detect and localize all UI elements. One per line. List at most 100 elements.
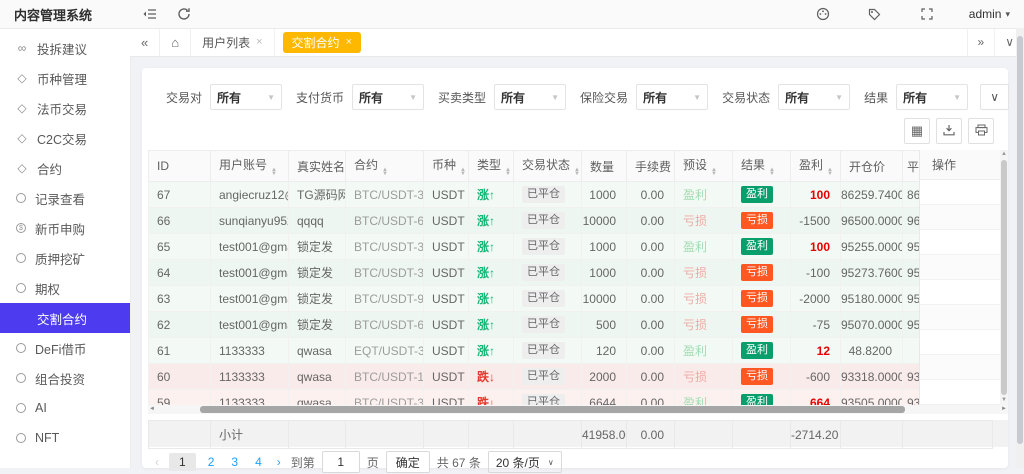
- vertical-scrollbar[interactable]: ▲ ▼: [1000, 150, 1008, 405]
- scroll-down-icon[interactable]: ▼: [1001, 396, 1007, 405]
- sort-icon[interactable]: ▲▼: [574, 168, 580, 176]
- cell-open_price: 95180.0000: [841, 286, 903, 312]
- tab-list: 用户列表× 交割合约×: [191, 28, 369, 56]
- sidebar-item[interactable]: 质押挖矿: [0, 243, 130, 273]
- column-header-open_price: 开仓价: [841, 151, 903, 182]
- filter-select[interactable]: 所有▼: [210, 84, 282, 110]
- sidebar-item[interactable]: ∞投拆建议: [0, 33, 130, 63]
- cell-coin: USDT: [424, 338, 469, 364]
- preset-text: 盈利: [683, 396, 707, 405]
- sidebar-item[interactable]: 记录查看: [0, 183, 130, 213]
- close-icon[interactable]: ×: [346, 36, 352, 48]
- prev-page-button[interactable]: ‹: [152, 455, 162, 469]
- preset-text: 盈利: [683, 240, 707, 254]
- sidebar-item[interactable]: ◇合约: [0, 153, 130, 183]
- scroll-up-icon[interactable]: ▲: [1001, 150, 1007, 159]
- admin-menu[interactable]: admin ▾: [969, 7, 1010, 21]
- export-button[interactable]: [936, 118, 962, 144]
- sidebar-item[interactable]: $新币申购: [0, 213, 130, 243]
- cell-amount: 1000: [582, 182, 627, 208]
- filter-select[interactable]: 所有▼: [778, 84, 850, 110]
- tabs-more-icon[interactable]: »: [967, 28, 995, 56]
- sort-icon[interactable]: ▲▼: [827, 168, 833, 176]
- vertical-scroll-thumb[interactable]: [1001, 160, 1007, 395]
- page-number-active[interactable]: 1: [169, 453, 196, 471]
- column-header-profit[interactable]: 盈利▲▼: [791, 151, 841, 182]
- cell-fee: 0.00: [627, 312, 675, 338]
- sidebar-item[interactable]: NFT: [0, 423, 130, 453]
- column-header-preset[interactable]: 预设 ▲▼: [675, 151, 733, 182]
- palette-icon[interactable]: [813, 4, 833, 24]
- refresh-icon[interactable]: [174, 4, 194, 24]
- print-button[interactable]: [968, 118, 994, 144]
- sidebar-item-label: AI: [35, 401, 47, 415]
- sidebar-item-label: 期权: [35, 279, 60, 298]
- scroll-left-icon[interactable]: ◄: [149, 406, 155, 412]
- column-header-result[interactable]: 结果▲▼: [733, 151, 791, 182]
- sidebar: ∞投拆建议◇币种管理◇法币交易◇C2C交易◇合约记录查看$新币申购质押挖矿期权交…: [0, 28, 131, 468]
- tag-icon[interactable]: [865, 4, 885, 24]
- tab-active[interactable]: 交割合约×: [283, 32, 361, 53]
- page-number[interactable]: 4: [250, 453, 267, 471]
- horizontal-scroll-thumb[interactable]: [200, 406, 905, 413]
- column-header-contract[interactable]: 合约▲▼: [346, 151, 424, 182]
- op-cell: [920, 180, 1000, 205]
- goto-page-input[interactable]: [322, 451, 360, 473]
- filter-select[interactable]: 所有▼: [636, 84, 708, 110]
- sort-icon[interactable]: ▲▼: [769, 168, 775, 176]
- sort-icon[interactable]: ▲▼: [382, 168, 388, 176]
- horizontal-scrollbar[interactable]: ◄ ►: [148, 405, 1008, 414]
- column-label: 预设: [683, 158, 707, 172]
- close-icon[interactable]: ×: [256, 36, 262, 48]
- column-header-type[interactable]: 类型▲▼: [469, 151, 514, 182]
- rise-arrow-icon: 涨↑: [477, 214, 495, 228]
- collapse-filters-button[interactable]: ∨: [980, 84, 1009, 110]
- filter-select[interactable]: 所有▼: [352, 84, 424, 110]
- tab[interactable]: 用户列表×: [191, 28, 274, 56]
- sort-icon[interactable]: ▲▼: [711, 168, 717, 176]
- page-scrollbar[interactable]: [1016, 28, 1024, 468]
- sidebar-item[interactable]: 交割合约: [0, 303, 130, 333]
- filter-select[interactable]: 所有▼: [896, 84, 968, 110]
- filter-label: 交易对: [166, 89, 202, 106]
- home-icon[interactable]: ⌂: [160, 28, 191, 56]
- collapse-tabs-icon[interactable]: «: [130, 28, 160, 56]
- sidebar-item[interactable]: AI: [0, 393, 130, 423]
- collapse-menu-icon[interactable]: [140, 4, 160, 24]
- sidebar-item[interactable]: ◇法币交易: [0, 93, 130, 123]
- scroll-right-icon[interactable]: ►: [1001, 406, 1007, 412]
- diamond-icon: ◇: [16, 131, 28, 145]
- page-scroll-thumb[interactable]: [1017, 36, 1023, 444]
- result-badge: 盈利: [741, 238, 773, 254]
- sidebar-item-label: 法币交易: [37, 99, 87, 118]
- cell-profit: 100: [791, 182, 841, 208]
- page-number[interactable]: 3: [226, 453, 243, 471]
- cell-result: 亏损: [733, 260, 791, 286]
- sidebar-item[interactable]: 期权: [0, 273, 130, 303]
- cell-coin: USDT: [424, 286, 469, 312]
- confirm-button[interactable]: 确定: [386, 451, 430, 473]
- sidebar-item[interactable]: ◇币种管理: [0, 63, 130, 93]
- preset-text: 亏损: [683, 370, 707, 384]
- sort-icon[interactable]: ▲▼: [460, 168, 466, 176]
- filter-columns-button[interactable]: ▦: [904, 118, 930, 144]
- rise-arrow-icon: 涨↑: [477, 292, 495, 306]
- sidebar-item[interactable]: 组合投资: [0, 363, 130, 393]
- filter-select[interactable]: 所有▼: [494, 84, 566, 110]
- page-number[interactable]: 2: [203, 453, 220, 471]
- summary-account: 小计: [211, 421, 289, 449]
- chevron-down-icon: ▼: [835, 93, 843, 102]
- column-header-status[interactable]: 交易状态▲▼: [514, 151, 582, 182]
- sort-icon[interactable]: ▲▼: [271, 168, 277, 176]
- chevron-down-icon: ▼: [409, 93, 417, 102]
- column-header-coin[interactable]: 币种▲▼: [424, 151, 469, 182]
- page-size-select[interactable]: 20 条/页∨: [488, 451, 562, 473]
- sidebar-item[interactable]: DeFi借币: [0, 333, 130, 363]
- sidebar-item[interactable]: ◇C2C交易: [0, 123, 130, 153]
- sort-icon[interactable]: ▲▼: [505, 168, 511, 176]
- sidebar-menu: ∞投拆建议◇币种管理◇法币交易◇C2C交易◇合约记录查看$新币申购质押挖矿期权交…: [0, 33, 130, 453]
- cell-result: 盈利: [733, 338, 791, 364]
- fullscreen-icon[interactable]: [917, 4, 937, 24]
- column-header-account[interactable]: 用户账号▲▼: [211, 151, 289, 182]
- next-page-button[interactable]: ›: [274, 455, 284, 469]
